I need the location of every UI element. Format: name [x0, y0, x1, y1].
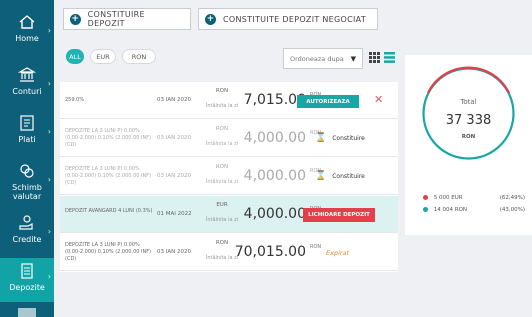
- deposit-status[interactable]: ⌛ Constituire: [315, 171, 365, 181]
- new-deposit-label: CONSTITUIRE DEPOZIT: [87, 10, 145, 28]
- hourglass-icon: ⌛: [315, 133, 327, 143]
- sidebar-item-label: Plati: [18, 135, 36, 144]
- bank-icon: [17, 65, 37, 85]
- deposit-amount-currency: RON: [310, 244, 322, 250]
- deposit-status-expired: Expirat: [326, 249, 350, 257]
- deposit-amount: 70,015.00: [234, 244, 306, 260]
- deposit-status[interactable]: ⌛ Constituire: [315, 133, 365, 143]
- legend-label: 14 004 RON: [433, 207, 468, 213]
- deposit-amount: 4,000.00: [243, 130, 306, 146]
- deposit-date: 03 IAN 2020: [157, 97, 191, 103]
- deposit-row[interactable]: 259.0% 03 IAN 2020 RON Întâlnita la zi 7…: [60, 82, 398, 119]
- plus-icon: +: [70, 13, 81, 25]
- sidebar-item-label: Depozite: [9, 283, 45, 292]
- chevron-right-icon: ›: [47, 79, 51, 88]
- deposit-name: 259.0%: [65, 97, 85, 103]
- sidebar-item-home[interactable]: Home ›: [0, 12, 54, 54]
- deposit-name: DEPOZIT AVANGARD 4 LUNI (0.3%): [65, 208, 153, 214]
- sidebar-item-schimb-valutar[interactable]: Schimb valutar ›: [0, 161, 54, 209]
- sidebar-item-conturi[interactable]: Conturi ›: [0, 65, 54, 105]
- sidebar: Home › Conturi › Plati › Schimb valutar …: [0, 0, 54, 317]
- deposit-date: 03 IAN 2020: [157, 249, 191, 255]
- deposit-row[interactable]: DEPOZITE LA 3 LUNI P) 0.00% (0.00-2.000)…: [60, 234, 398, 271]
- liquidate-deposit-button[interactable]: LICHIDARE DEPOZIT: [303, 208, 375, 222]
- deposit-date: 03 IAN 2020: [157, 135, 191, 141]
- chevron-right-icon: ›: [47, 26, 51, 35]
- deposit-name: DEPOZITE LA 3 LUNI P) 0.00% (0.00-2.000)…: [65, 128, 152, 148]
- legend-dot: [423, 195, 428, 200]
- filter-all-chip[interactable]: ALL: [66, 49, 84, 64]
- chevron-right-icon: ›: [47, 127, 51, 136]
- chevron-right-icon: ›: [47, 175, 51, 184]
- new-deposit-button[interactable]: + CONSTITUIRE DEPOZIT: [63, 8, 191, 30]
- filter-eur-chip[interactable]: EUR: [90, 49, 116, 64]
- deposit-amount: 7,015.00: [243, 92, 306, 108]
- exchange-icon: [17, 161, 37, 181]
- filter-ron-chip[interactable]: RON: [122, 49, 156, 64]
- filter-all-label: ALL: [69, 52, 81, 61]
- hourglass-icon: ⌛: [315, 171, 327, 181]
- deposit-amount: 4,000.00: [243, 206, 306, 222]
- total-value: 37 338: [445, 113, 492, 128]
- legend-pct: (43,00%): [499, 207, 525, 213]
- caret-down-icon: ▼: [350, 55, 356, 63]
- sidebar-item-label: Conturi: [12, 87, 42, 96]
- filter-ron-label: RON: [131, 52, 147, 61]
- deposit-row[interactable]: DEPOZITE LA 3 LUNI P) 0.00% (0.00-2.000)…: [60, 120, 398, 157]
- donut-eur-arc: [427, 66, 510, 94]
- sort-dropdown[interactable]: Ordoneaza dupa ▼: [283, 48, 363, 69]
- sort-placeholder: Ordoneaza dupa: [290, 54, 344, 63]
- chevron-right-icon: ›: [47, 272, 51, 281]
- deposit-row[interactable]: DEPOZIT AVANGARD 4 LUNI (0.3%) 01 MAI 20…: [60, 196, 398, 233]
- plus-icon: +: [205, 13, 216, 25]
- legend-pct: (62,49%): [499, 195, 525, 201]
- filter-eur-label: EUR: [96, 52, 110, 61]
- authorize-button[interactable]: AUTORIZEAZA: [297, 95, 359, 108]
- total-currency: RON: [461, 134, 476, 140]
- deposit-status-label: Constituire: [332, 172, 365, 180]
- deposit-amount: 4,000.00: [243, 168, 306, 184]
- deposit-date: 01 MAI 2022: [157, 211, 192, 217]
- grid-view-icon[interactable]: [369, 52, 380, 63]
- chevron-right-icon: ›: [47, 227, 51, 236]
- home-icon: [17, 12, 37, 32]
- sidebar-item-plati[interactable]: Plati ›: [0, 113, 54, 155]
- new-negotiated-label: CONSTITUITE DEPOZIT NEGOCIAT: [223, 14, 367, 24]
- sidebar-item-label: Credite: [12, 235, 42, 244]
- close-icon[interactable]: ✕: [374, 93, 383, 106]
- legend-label: 5 000 EUR: [433, 195, 463, 201]
- payments-icon: [17, 113, 37, 133]
- list-view-icon[interactable]: [384, 52, 395, 63]
- legend-dot: [423, 207, 428, 212]
- sidebar-item-partial: [18, 308, 36, 317]
- legend-item-ron: 14 004 RON (43,00%): [423, 207, 530, 213]
- sidebar-item-label: Schimb valutar: [12, 183, 42, 201]
- new-negotiated-deposit-button[interactable]: + CONSTITUITE DEPOZIT NEGOCIAT: [198, 8, 378, 30]
- deposit-icon: [17, 261, 37, 281]
- sidebar-item-depozite[interactable]: Depozite ›: [0, 258, 54, 302]
- total-label: Total: [460, 98, 477, 106]
- sidebar-item-label: Home: [15, 34, 39, 43]
- liquidate-deposit-label: LICHIDARE DEPOZIT: [308, 212, 370, 218]
- credit-icon: [17, 213, 37, 233]
- summary-card: Total 37 338 RON 5 000 EUR (62,49%) 14 0…: [405, 55, 532, 235]
- deposit-name: DEPOZITE LA 3 LUNI P) 0.00% (0.00-2.000)…: [65, 242, 152, 262]
- sidebar-item-credite[interactable]: Credite ›: [0, 213, 54, 253]
- deposit-date: 03 IAN 2020: [157, 173, 191, 179]
- deposit-list: 259.0% 03 IAN 2020 RON Întâlnita la zi 7…: [60, 82, 398, 272]
- deposit-row[interactable]: DEPOZITE LA 3 LUNI P) 0.00% (0.00-2.000)…: [60, 158, 398, 195]
- authorize-label: AUTORIZEAZA: [306, 98, 350, 105]
- deposit-name: DEPOZITE LA 3 LUNI P) 0.00% (0.00-2.000)…: [65, 166, 152, 186]
- legend-item-eur: 5 000 EUR (62,49%): [423, 195, 530, 201]
- deposit-status-label: Constituire: [332, 134, 365, 142]
